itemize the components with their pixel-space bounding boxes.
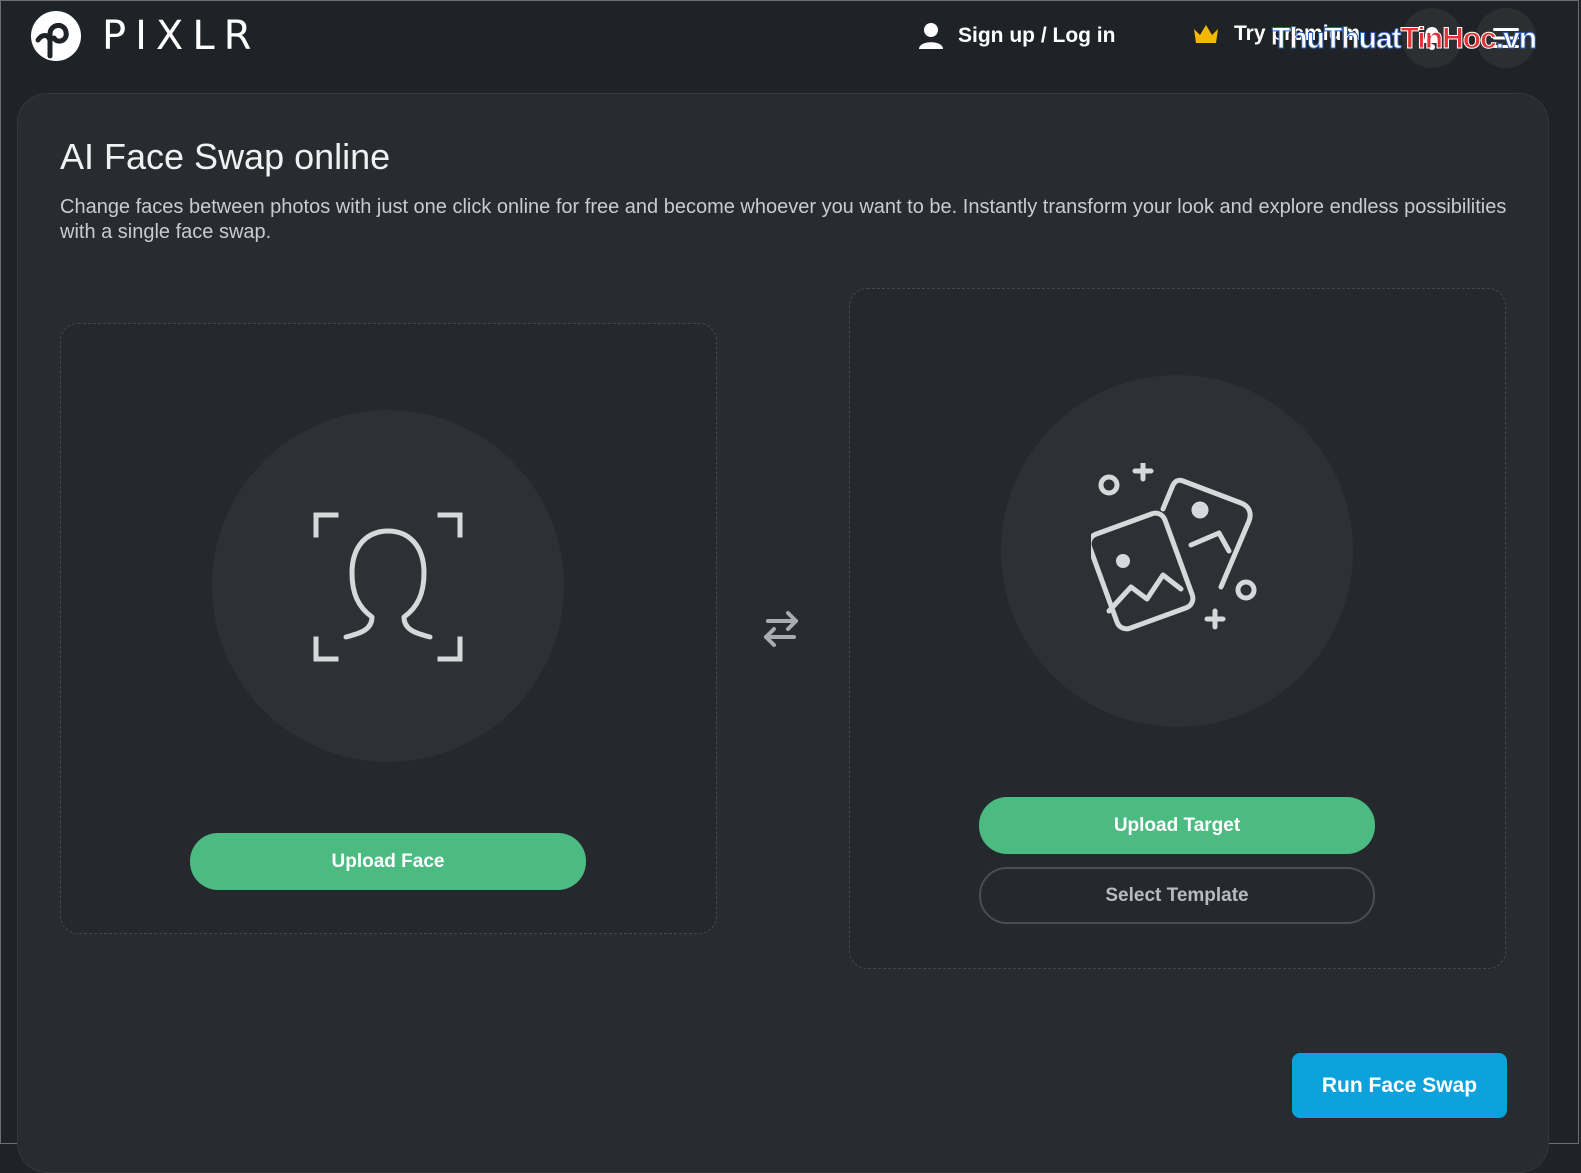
logo-wordmark: PIXLR — [102, 13, 261, 59]
upload-face-button[interactable]: Upload Face — [190, 833, 586, 890]
top-navbar: PIXLR Sign up / Log in Try premium ThuTh… — [0, 0, 1581, 80]
menu-button[interactable] — [1476, 8, 1536, 68]
user-icon — [919, 23, 943, 49]
notification-button[interactable] — [1402, 8, 1462, 68]
run-face-swap-button[interactable]: Run Face Swap — [1292, 1053, 1507, 1118]
target-upload-dropzone[interactable]: Upload Target Select Template — [849, 288, 1506, 969]
try-premium-link[interactable]: Try premium — [1192, 22, 1360, 46]
sign-up-login-label: Sign up / Log in — [958, 24, 1116, 47]
swap-arrows-icon — [764, 611, 798, 647]
pixlr-logo-icon — [31, 11, 81, 61]
crown-icon — [1194, 25, 1218, 43]
face-scan-icon — [313, 512, 463, 662]
upload-target-button[interactable]: Upload Target — [979, 797, 1375, 854]
select-template-button[interactable]: Select Template — [979, 867, 1375, 924]
bell-icon — [1423, 27, 1441, 50]
sign-up-login-link[interactable]: Sign up / Log in — [918, 22, 1115, 50]
page-title: AI Face Swap online — [60, 136, 391, 177]
hamburger-menu-icon — [1493, 28, 1519, 48]
page-description: Change faces between photos with just on… — [60, 196, 1507, 243]
pixlr-logo[interactable]: PIXLR — [30, 10, 260, 62]
try-premium-label: Try premium — [1234, 22, 1361, 45]
face-upload-dropzone[interactable]: Upload Face — [60, 323, 717, 934]
images-icon — [1091, 463, 1257, 632]
